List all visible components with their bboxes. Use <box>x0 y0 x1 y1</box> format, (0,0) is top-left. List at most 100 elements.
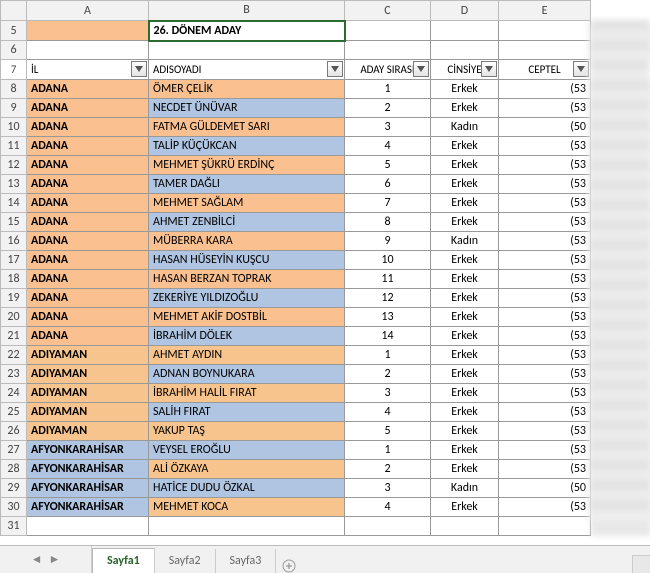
cell-tel[interactable]: (53 <box>499 99 591 118</box>
cell-cins[interactable]: Erkek <box>431 175 499 194</box>
cell-il[interactable]: ADANA <box>27 270 149 289</box>
cell-cins[interactable]: Erkek <box>431 251 499 270</box>
row-header[interactable]: 11 <box>1 137 27 156</box>
cell-name[interactable]: İBRAHİM HALİL FIRAT <box>149 384 345 403</box>
cell-il[interactable]: ADIYAMAN <box>27 365 149 384</box>
cell-tel[interactable]: (53 <box>499 194 591 213</box>
row-header[interactable]: 8 <box>1 80 27 99</box>
cell-name[interactable]: YAKUP TAŞ <box>149 422 345 441</box>
cell-name[interactable]: NECDET ÜNÜVAR <box>149 99 345 118</box>
cell-il[interactable]: ADIYAMAN <box>27 403 149 422</box>
row-header[interactable]: 15 <box>1 213 27 232</box>
header-ceptel[interactable]: CEPTEL <box>499 60 591 80</box>
cell-il[interactable]: ADANA <box>27 194 149 213</box>
cell-cins[interactable]: Kadın <box>431 479 499 498</box>
cell-cins[interactable]: Erkek <box>431 289 499 308</box>
row-header[interactable]: 6 <box>1 41 27 60</box>
cell-il[interactable]: ADIYAMAN <box>27 422 149 441</box>
title-cell[interactable]: 26. DÖNEM ADAY <box>149 21 345 41</box>
cell-il[interactable]: ADANA <box>27 308 149 327</box>
cell-cins[interactable]: Erkek <box>431 270 499 289</box>
row-header[interactable]: 28 <box>1 460 27 479</box>
sheet-tab-sayfa1[interactable]: Sayfa1 <box>92 548 155 573</box>
row-header[interactable]: 19 <box>1 289 27 308</box>
row-header[interactable]: 12 <box>1 156 27 175</box>
row-header[interactable]: 24 <box>1 384 27 403</box>
cell-sira[interactable]: 13 <box>345 308 431 327</box>
cell-cins[interactable]: Kadın <box>431 118 499 137</box>
cell-tel[interactable]: (53 <box>499 346 591 365</box>
cell-il[interactable]: ADANA <box>27 289 149 308</box>
header-cinsiye[interactable]: CİNSİYE <box>431 60 499 80</box>
cell-il[interactable]: ADANA <box>27 175 149 194</box>
col-header-A[interactable]: A <box>27 1 149 21</box>
cell-name[interactable]: HATİCE DUDU ÖZKAL <box>149 479 345 498</box>
cell-name[interactable]: MEHMET AKİF DOSTBİL <box>149 308 345 327</box>
cell-sira[interactable]: 10 <box>345 251 431 270</box>
sheet-tab-sayfa3[interactable]: Sayfa3 <box>216 549 277 573</box>
cell-sira[interactable]: 8 <box>345 213 431 232</box>
spreadsheet-grid[interactable]: A B C D E 5 26. DÖNEM ADAY 6 7 İ <box>0 0 650 536</box>
cell-C5[interactable] <box>345 21 431 41</box>
cell-tel[interactable]: (50 <box>499 479 591 498</box>
cell-name[interactable]: İBRAHİM DÖLEK <box>149 327 345 346</box>
col-header-B[interactable]: B <box>149 1 345 21</box>
cell-name[interactable]: ALİ ÖZKAYA <box>149 460 345 479</box>
cell-name[interactable]: HASAN HÜSEYİN KUŞCU <box>149 251 345 270</box>
cell-il[interactable]: ADIYAMAN <box>27 384 149 403</box>
cell-tel[interactable]: (53 <box>499 251 591 270</box>
header-il[interactable]: İL <box>27 60 149 80</box>
cell-il[interactable]: ADANA <box>27 156 149 175</box>
cell-name[interactable]: AHMET ZENBİLCİ <box>149 213 345 232</box>
cell-cins[interactable]: Erkek <box>431 384 499 403</box>
cell-tel[interactable]: (53 <box>499 365 591 384</box>
filter-button-adisoyadi[interactable] <box>327 61 343 77</box>
cell-sira[interactable]: 5 <box>345 156 431 175</box>
cell-sira[interactable]: 4 <box>345 498 431 517</box>
cell-sira[interactable]: 7 <box>345 194 431 213</box>
cell-sira[interactable]: 4 <box>345 137 431 156</box>
row-header[interactable]: 20 <box>1 308 27 327</box>
row-header[interactable]: 26 <box>1 422 27 441</box>
cell-sira[interactable]: 3 <box>345 479 431 498</box>
cell-il[interactable]: ADANA <box>27 137 149 156</box>
row-header[interactable]: 10 <box>1 118 27 137</box>
cell-sira[interactable]: 6 <box>345 175 431 194</box>
row-header[interactable]: 5 <box>1 21 27 41</box>
cell-name[interactable]: MEHMET SAĞLAM <box>149 194 345 213</box>
cell-tel[interactable]: (50 <box>499 118 591 137</box>
cell-sira[interactable]: 1 <box>345 346 431 365</box>
cell-il[interactable]: ADANA <box>27 327 149 346</box>
cell-tel[interactable]: (53 <box>499 460 591 479</box>
cell-sira[interactable]: 2 <box>345 99 431 118</box>
cell-cins[interactable]: Erkek <box>431 99 499 118</box>
cell-cins[interactable]: Erkek <box>431 365 499 384</box>
cell-D5[interactable] <box>431 21 499 41</box>
new-sheet-button[interactable] <box>276 559 302 573</box>
row-header[interactable]: 17 <box>1 251 27 270</box>
cell-tel[interactable]: (53 <box>499 270 591 289</box>
cell-name[interactable]: MÜBERRA KARA <box>149 232 345 251</box>
select-all-corner[interactable] <box>1 1 27 21</box>
cell-il[interactable]: AFYONKARAHİSAR <box>27 460 149 479</box>
cell-sira[interactable]: 9 <box>345 232 431 251</box>
cell-tel[interactable]: (53 <box>499 137 591 156</box>
cell-tel[interactable]: (53 <box>499 175 591 194</box>
cell-sira[interactable]: 3 <box>345 118 431 137</box>
cell-name[interactable]: FATMA GÜLDEMET SARI <box>149 118 345 137</box>
cell-sira[interactable]: 1 <box>345 80 431 99</box>
sheet-tab-sayfa2[interactable]: Sayfa2 <box>155 549 216 573</box>
tab-nav-prev-icon[interactable]: ◄ <box>31 552 43 567</box>
row-header[interactable]: 31 <box>1 517 27 536</box>
cell-tel[interactable]: (53 <box>499 80 591 99</box>
cell-il[interactable]: AFYONKARAHİSAR <box>27 441 149 460</box>
row-header[interactable]: 21 <box>1 327 27 346</box>
cell-sira[interactable]: 4 <box>345 403 431 422</box>
cell-tel[interactable]: (53 <box>499 422 591 441</box>
row-header[interactable]: 25 <box>1 403 27 422</box>
row-header[interactable]: 22 <box>1 346 27 365</box>
col-header-E[interactable]: E <box>499 1 591 21</box>
cell-tel[interactable]: (53 <box>499 441 591 460</box>
row-header[interactable]: 9 <box>1 99 27 118</box>
col-header-D[interactable]: D <box>431 1 499 21</box>
